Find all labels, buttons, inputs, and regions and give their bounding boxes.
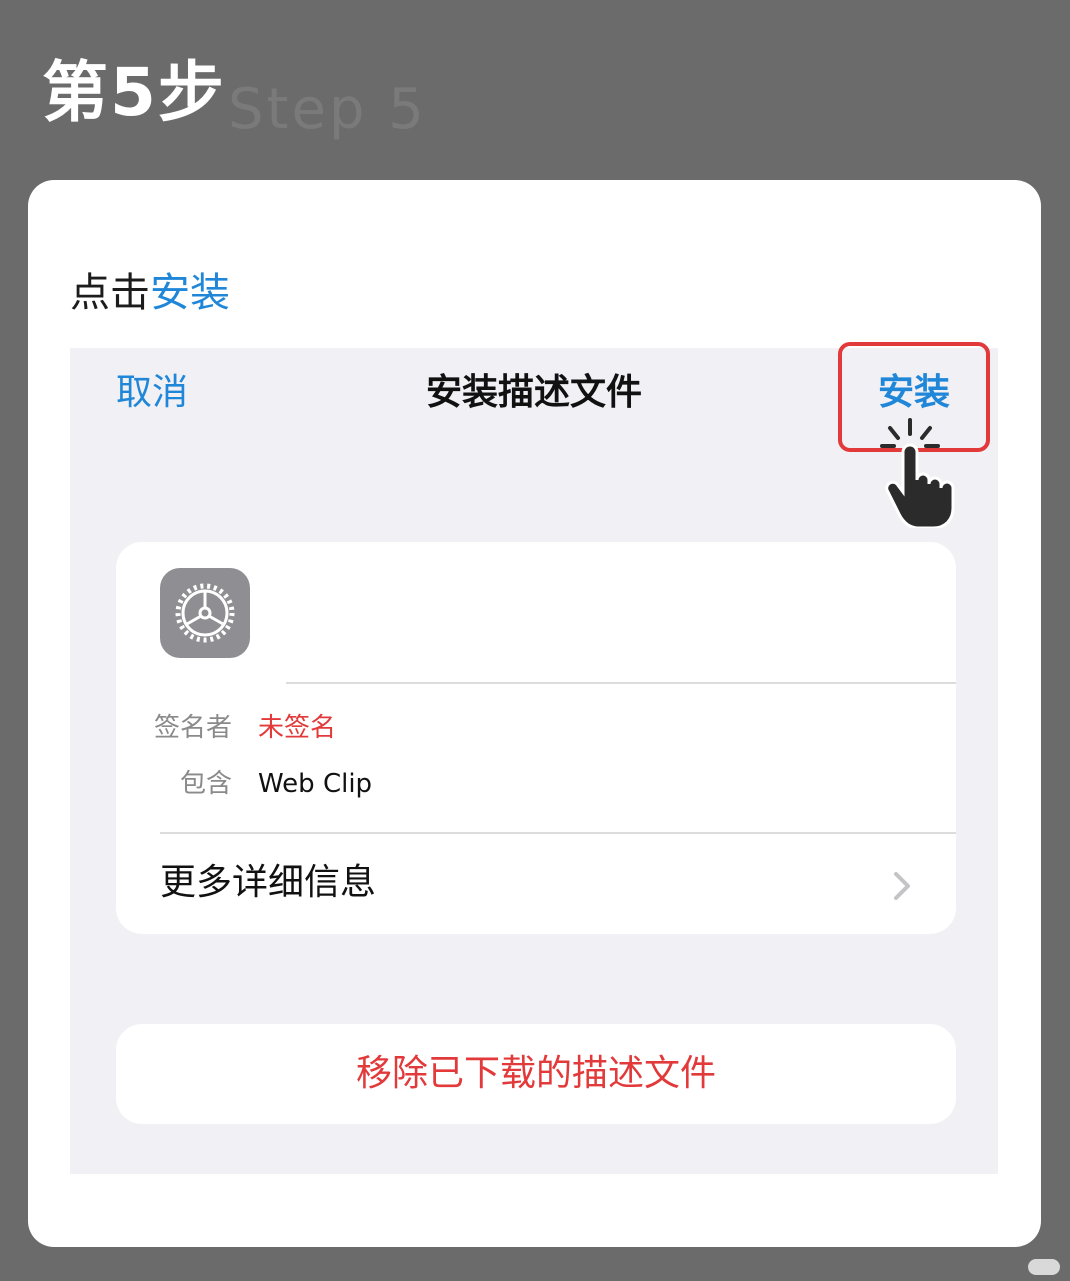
tap-hand-icon xyxy=(880,418,955,528)
instruction-text: 点击安装 xyxy=(70,268,230,318)
more-details-label: 更多详细信息 xyxy=(160,862,377,903)
signed-by-value: 未签名 xyxy=(258,713,337,743)
install-profile-screen: 安装描述文件 取消 安装 签名者 未签名 包含 Web Clip 更多详细信息 … xyxy=(70,342,998,1174)
more-details-row[interactable]: 更多详细信息 xyxy=(116,834,956,934)
gear-icon xyxy=(175,583,235,643)
watermark-badge xyxy=(1028,1259,1060,1275)
step-heading: 第5步 xyxy=(42,54,226,131)
step-subheading: Step 5 xyxy=(228,77,427,142)
contains-label: 包含 xyxy=(179,769,232,799)
signed-by-label: 签名者 xyxy=(153,713,232,743)
instruction-prefix: 点击 xyxy=(70,270,150,316)
settings-app-icon xyxy=(160,568,250,658)
tutorial-card: 点击安装 安装描述文件 取消 安装 签名者 未签名 包含 Web Clip 更多… xyxy=(28,180,1041,1247)
instruction-highlight: 安装 xyxy=(150,270,230,316)
remove-profile-button[interactable]: 移除已下载的描述文件 xyxy=(116,1024,956,1124)
contains-value: Web Clip xyxy=(258,769,373,799)
profile-card: 签名者 未签名 包含 Web Clip 更多详细信息 xyxy=(116,542,956,934)
divider xyxy=(286,682,956,684)
cancel-button[interactable]: 取消 xyxy=(116,368,188,418)
chevron-right-icon xyxy=(894,872,910,900)
